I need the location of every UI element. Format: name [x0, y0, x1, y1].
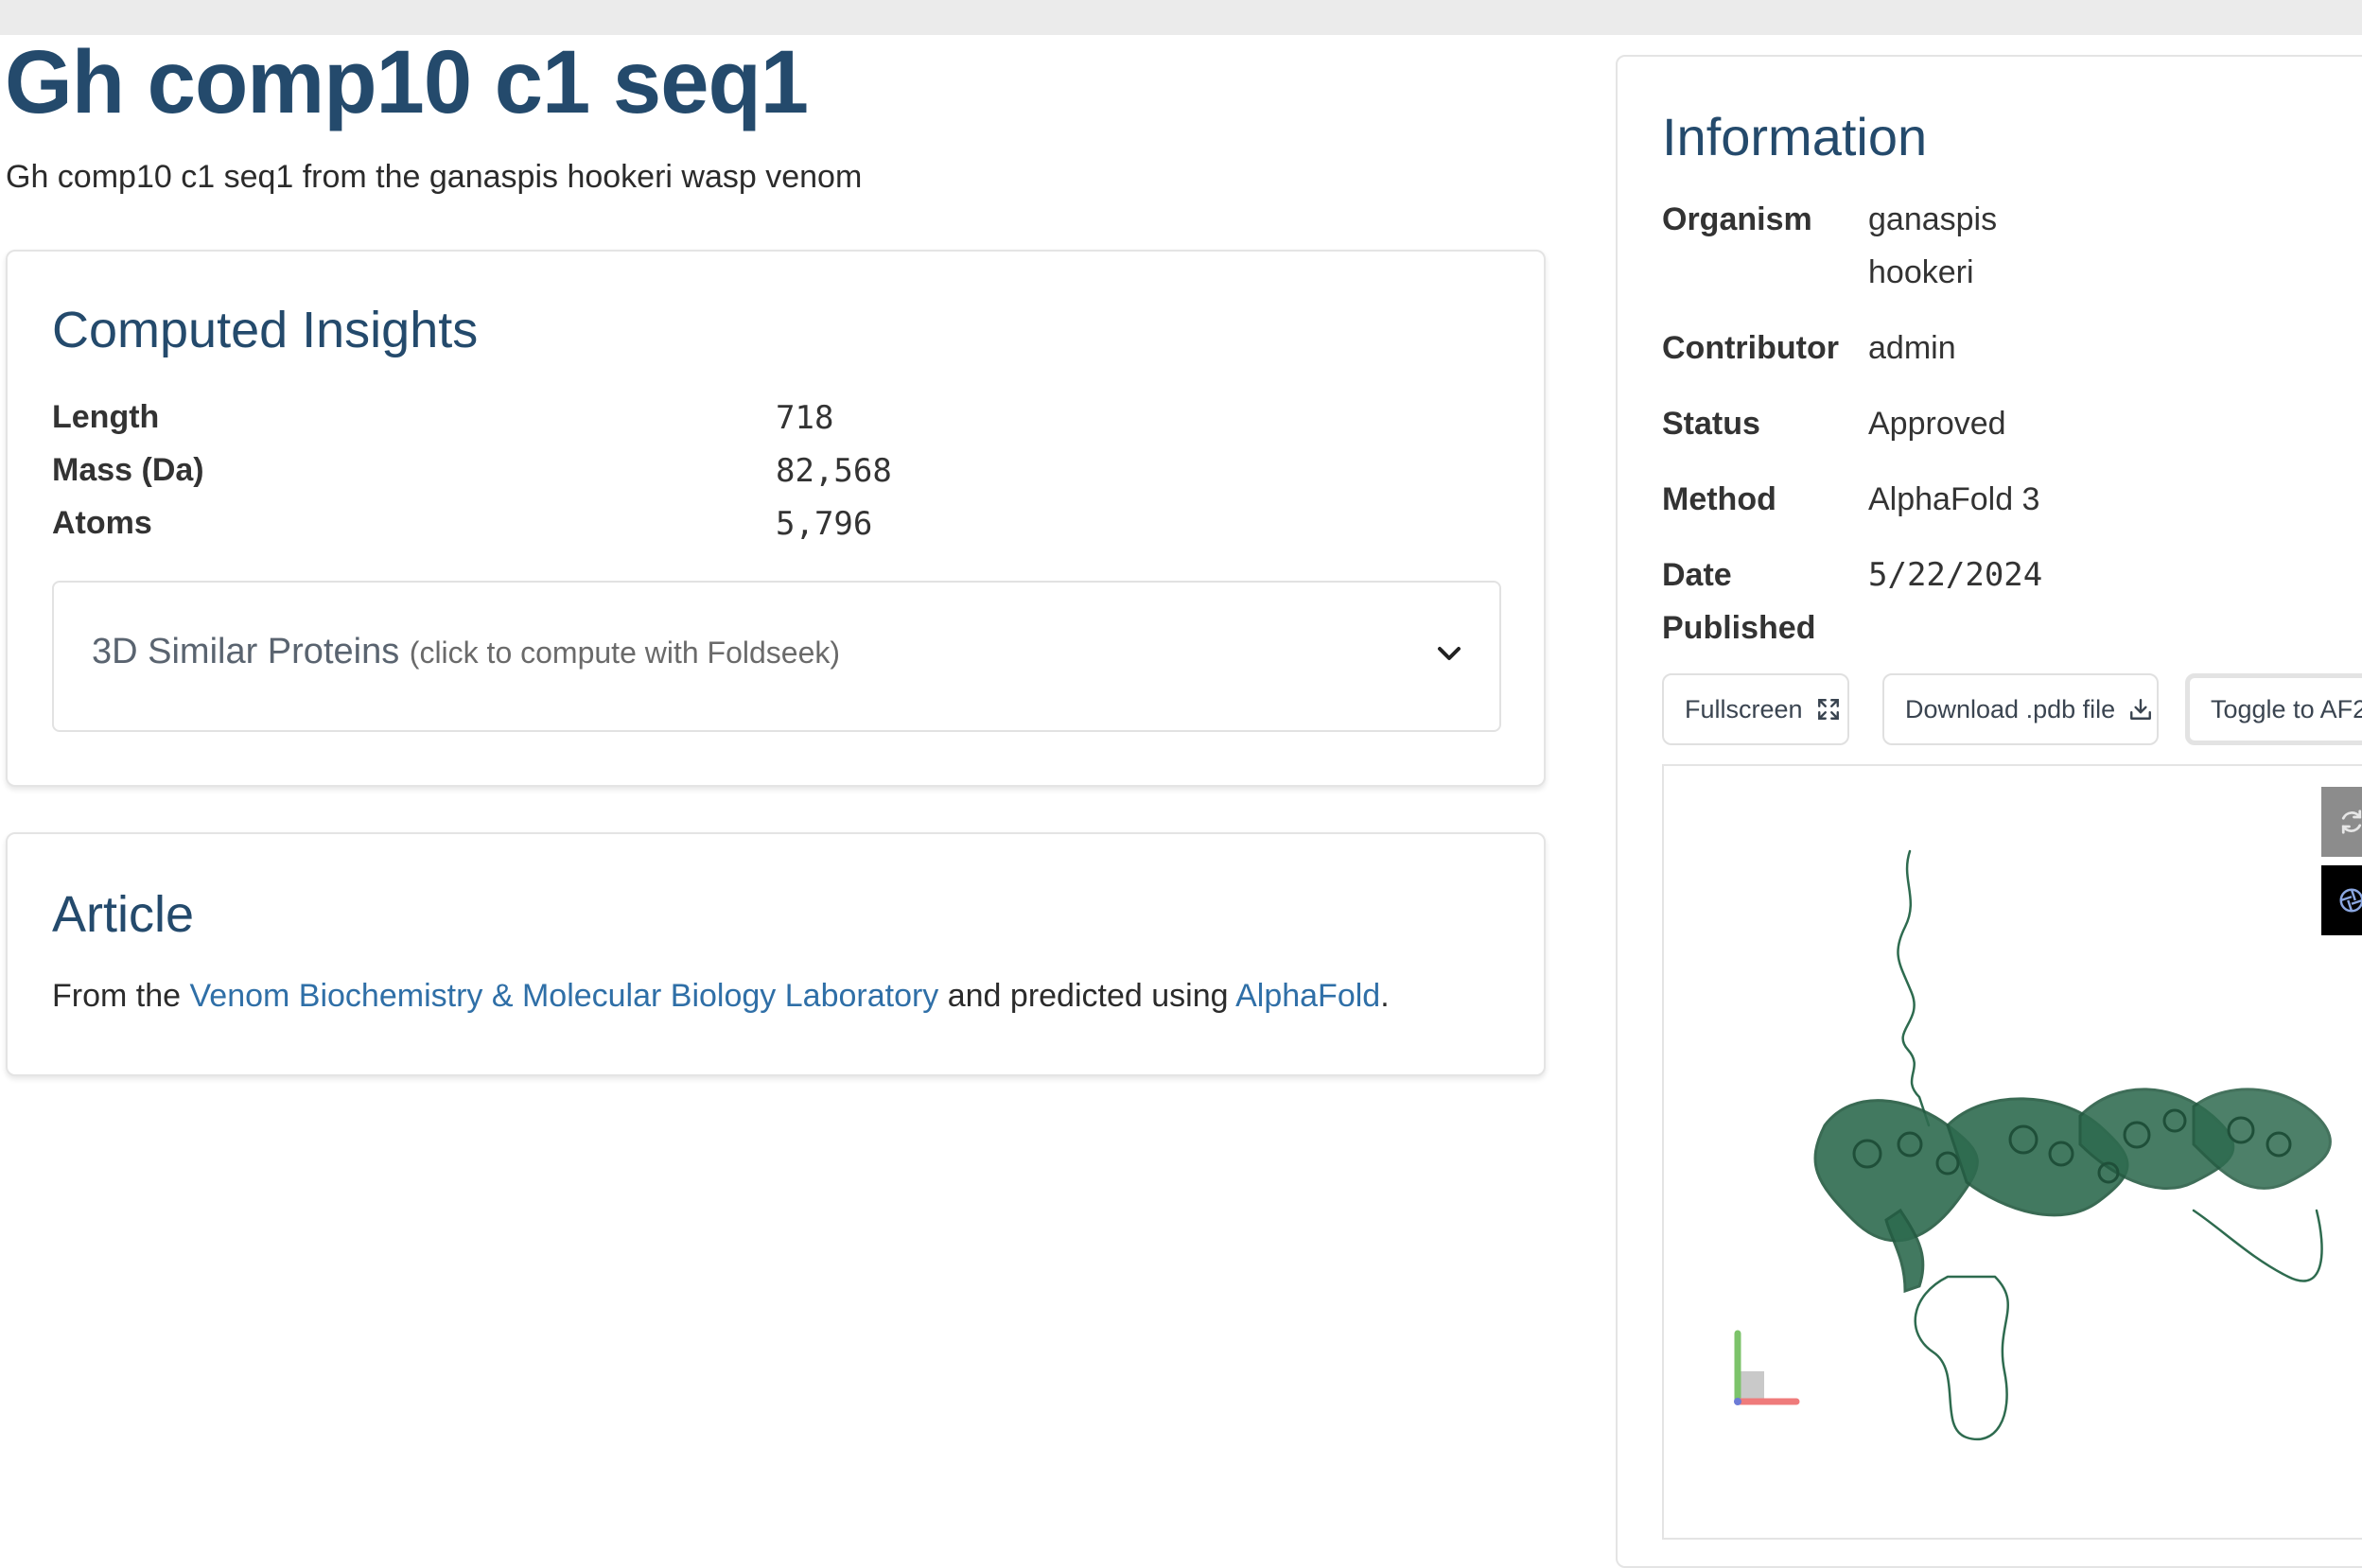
computed-insights-title: Computed Insights: [52, 302, 479, 358]
date-label-line2: Published: [1662, 610, 1816, 646]
page-title: Gh comp10 c1 seq1: [5, 32, 809, 132]
organism-value-line2: hookeri: [1868, 254, 1974, 290]
information-title: Information: [1662, 107, 1928, 166]
atoms-label: Atoms: [52, 505, 152, 541]
toggle-label: Toggle to AF2: [2211, 694, 2362, 723]
contributor-label: Contributor: [1662, 330, 1839, 366]
spin-toggle-button[interactable]: [2321, 787, 2362, 857]
status-value: Approved: [1868, 406, 2006, 442]
browser-top-bar: [0, 0, 2362, 35]
mass-value: 82,568: [776, 452, 892, 490]
axis-gizmo: [1734, 1330, 1800, 1405]
download-label: Download .pdb file: [1905, 694, 2116, 723]
chevron-down-icon[interactable]: [1435, 639, 1463, 668]
article-title: Article: [52, 886, 195, 943]
page-subtitle: Gh comp10 c1 seq1 from the ganaspis hook…: [6, 159, 863, 195]
article-card: Article From the Venom Biochemistry & Mo…: [6, 832, 1546, 1076]
toggle-af2-button[interactable]: Toggle to AF2: [2185, 673, 2362, 745]
date-label-line1: Date: [1662, 557, 1732, 593]
article-suffix: .: [1380, 978, 1390, 1014]
camera-icon: [2339, 888, 2362, 913]
similar-proteins-title: 3D Similar Proteins: [92, 632, 400, 671]
information-panel: Information Organism ganaspis hookeri Co…: [1616, 55, 2362, 1568]
download-pdb-button[interactable]: Download .pdb file: [1882, 673, 2159, 745]
computed-insights-card: Computed Insights Length 718 Mass (Da) 8…: [6, 250, 1546, 787]
article-prefix: From the: [52, 978, 190, 1014]
length-label: Length: [52, 399, 160, 435]
fullscreen-button[interactable]: Fullscreen: [1662, 673, 1849, 745]
method-label: Method: [1662, 481, 1776, 517]
screenshot-button[interactable]: [2321, 865, 2362, 935]
method-value: AlphaFold 3: [1868, 481, 2040, 517]
structure-viewer[interactable]: [1662, 764, 2362, 1540]
similar-proteins-hint: (click to compute with Foldseek): [409, 636, 841, 670]
organism-value-line1: ganaspis: [1868, 201, 1998, 237]
protein-structure: [1734, 849, 2332, 1441]
organism-label: Organism: [1662, 201, 1812, 237]
similar-proteins-heading: 3D Similar Proteins (click to compute wi…: [92, 632, 840, 672]
contributor-value: admin: [1868, 330, 1956, 366]
download-icon: [2130, 699, 2152, 720]
length-value: 718: [776, 399, 834, 437]
similar-proteins-accordion[interactable]: 3D Similar Proteins (click to compute wi…: [52, 581, 1501, 732]
date-value: 5/22/2024: [1868, 556, 2043, 594]
spin-icon: [2341, 810, 2362, 834]
article-text: From the Venom Biochemistry & Molecular …: [52, 978, 1390, 1015]
atoms-value: 5,796: [776, 505, 873, 543]
fullscreen-label: Fullscreen: [1685, 694, 1803, 723]
mass-label: Mass (Da): [52, 452, 204, 488]
article-middle: and predicted using: [938, 978, 1236, 1014]
expand-icon: [1817, 699, 1839, 720]
alphafold-link[interactable]: AlphaFold: [1235, 978, 1380, 1014]
status-label: Status: [1662, 406, 1760, 442]
lab-link[interactable]: Venom Biochemistry & Molecular Biology L…: [189, 978, 938, 1014]
